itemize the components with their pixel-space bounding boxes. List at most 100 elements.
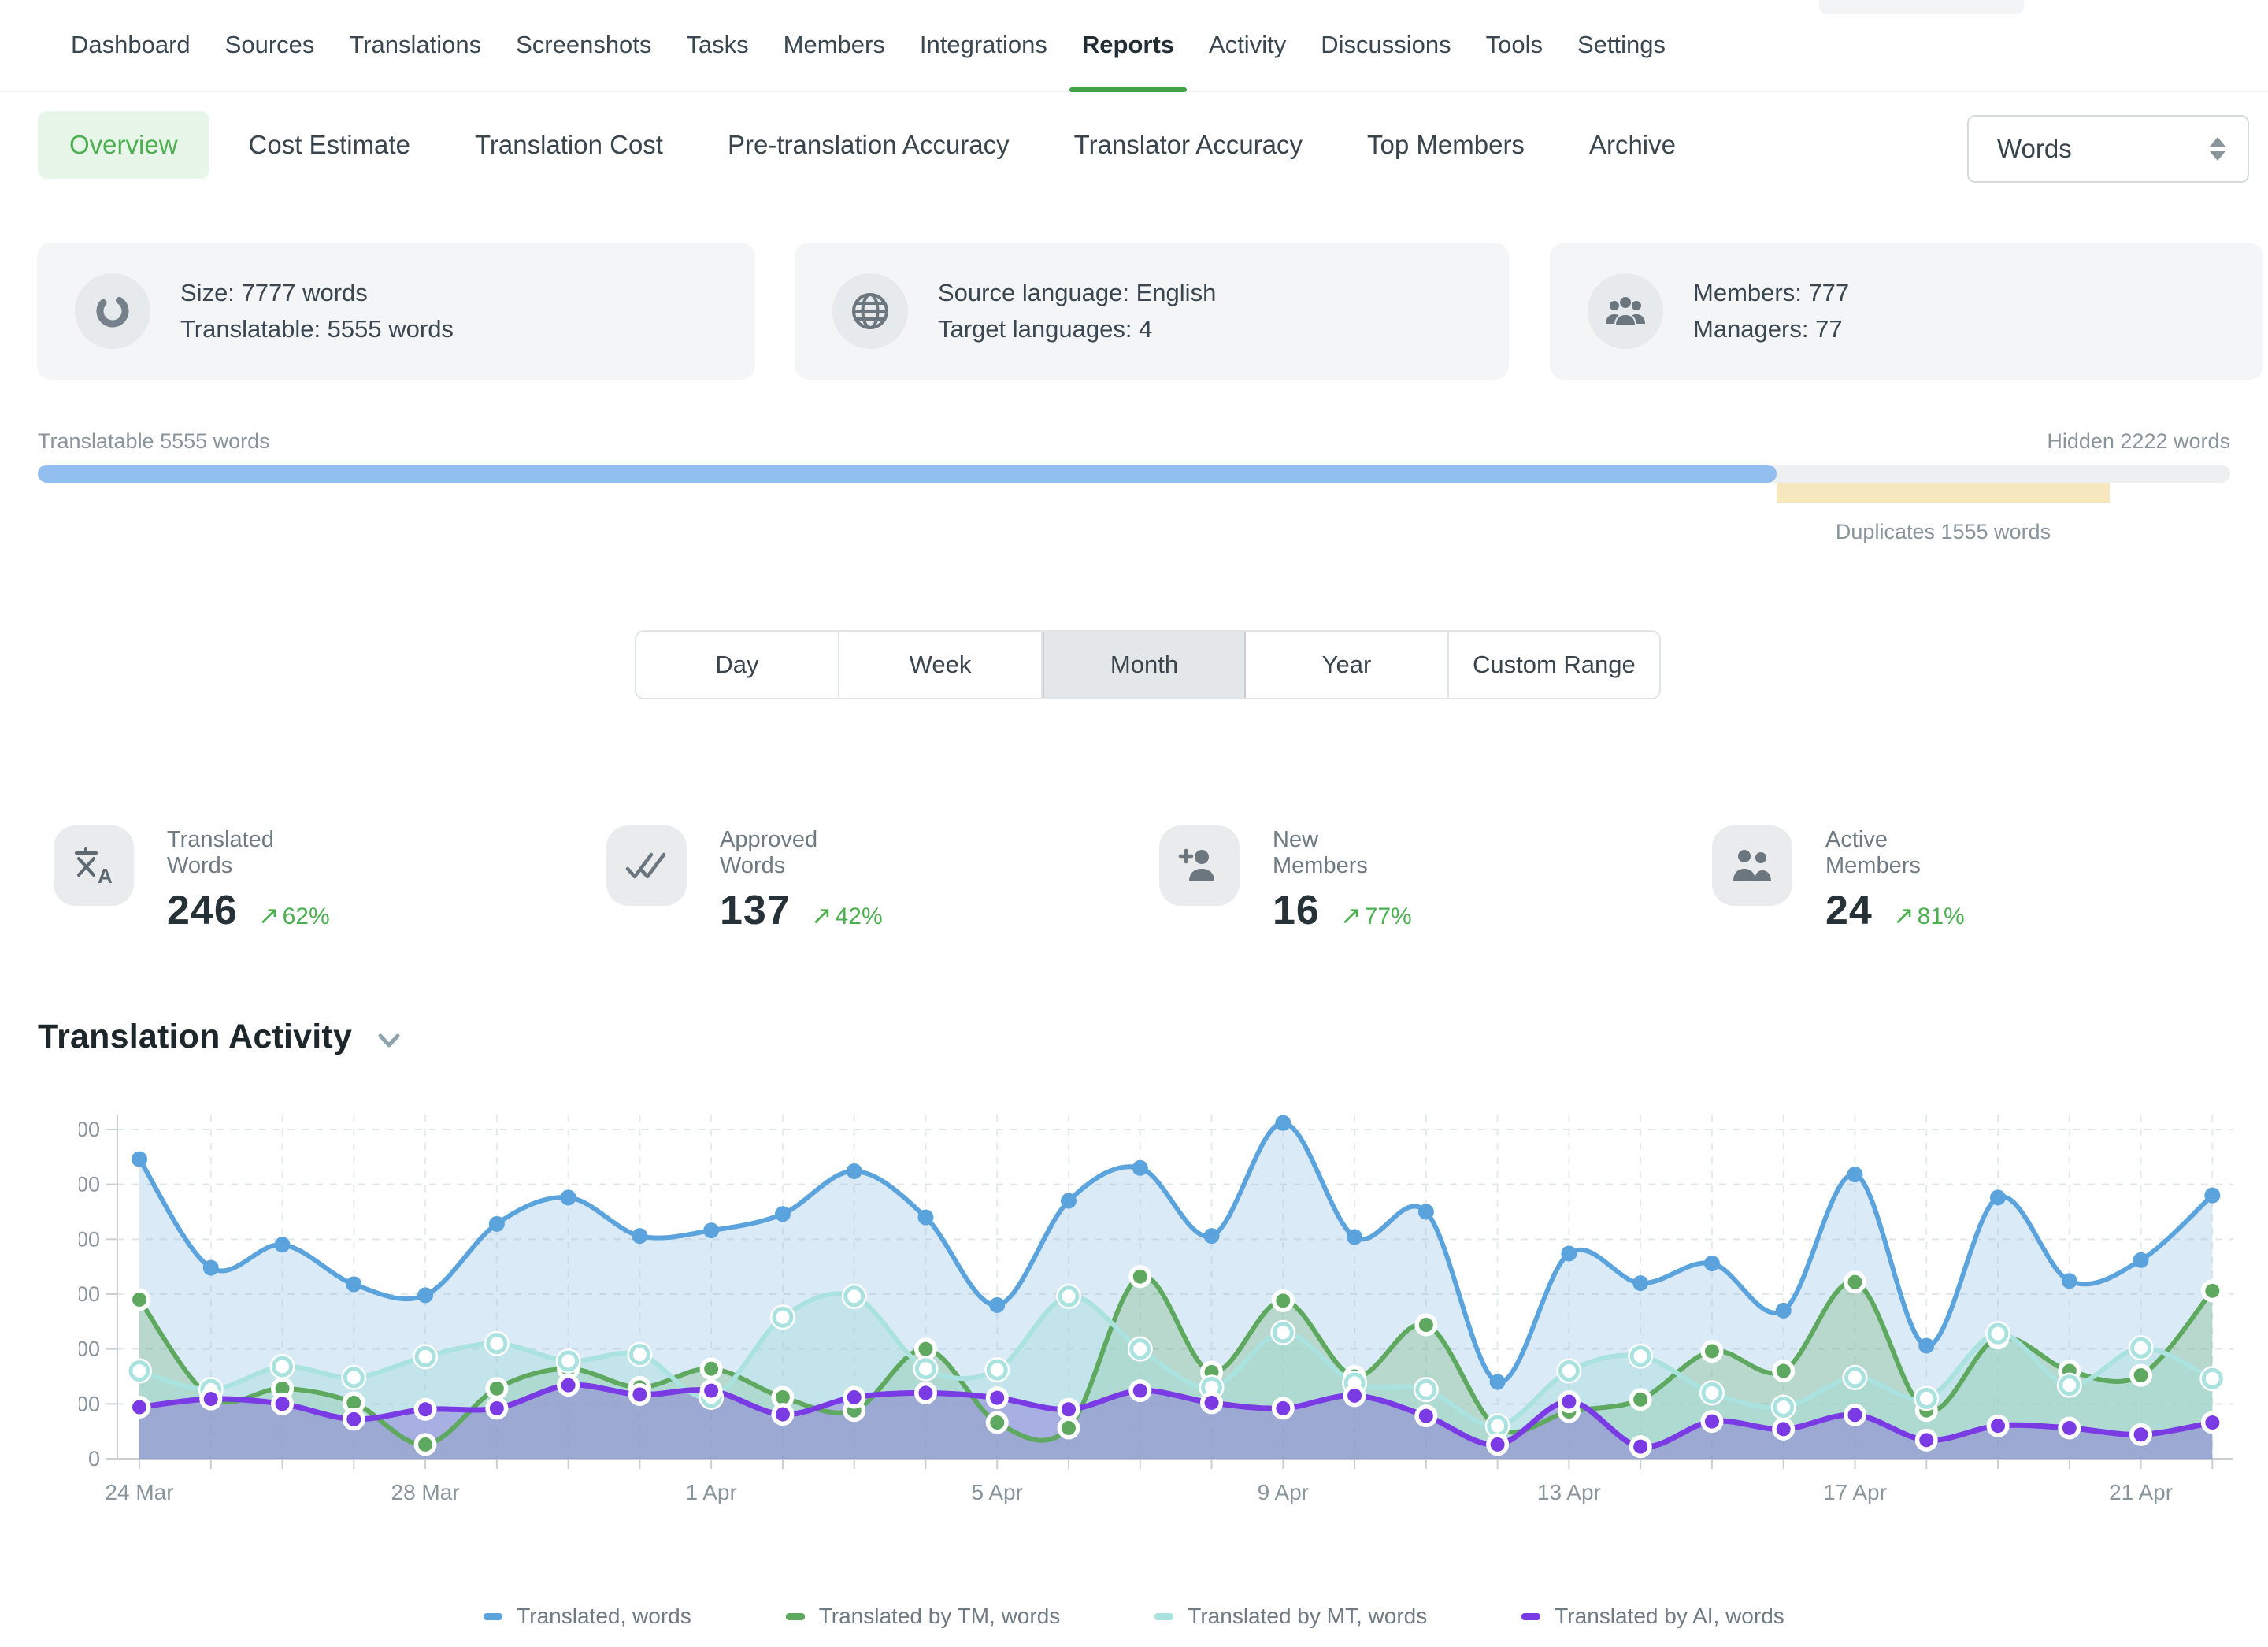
- person-plus-icon: [1159, 825, 1240, 906]
- legend-item-2[interactable]: Translated by MT, words: [1154, 1604, 1427, 1629]
- range-option-day[interactable]: Day: [636, 632, 839, 698]
- point: [1347, 1389, 1362, 1403]
- legend-item-3[interactable]: Translated by AI, words: [1521, 1604, 1784, 1629]
- point: [990, 1415, 1004, 1430]
- translatable-label: Translatable 5555 words: [38, 429, 270, 454]
- trend-up-icon: ↗: [811, 901, 832, 929]
- nav-item-translations[interactable]: Translations: [332, 31, 498, 91]
- nav-item-integrations[interactable]: Integrations: [902, 31, 1065, 91]
- chevron-down-icon[interactable]: [376, 1032, 402, 1051]
- range-option-month[interactable]: Month: [1043, 632, 1246, 698]
- subtab-cost-estimate[interactable]: Cost Estimate: [249, 130, 410, 160]
- kpi-card-translated-words: ATranslated Words246↗62%: [54, 825, 330, 934]
- point: [274, 1358, 291, 1375]
- subtab-archive[interactable]: Archive: [1589, 130, 1676, 160]
- nav-item-activity[interactable]: Activity: [1191, 31, 1303, 91]
- range-option-custom-range[interactable]: Custom Range: [1449, 632, 1659, 698]
- point: [346, 1276, 361, 1292]
- point: [561, 1378, 576, 1393]
- kpi-delta-value: 77%: [1365, 903, 1412, 929]
- nav-item-screenshots[interactable]: Screenshots: [498, 31, 669, 91]
- unit-select[interactable]: Words: [1967, 115, 2249, 183]
- point: [490, 1382, 504, 1396]
- nav-item-dashboard[interactable]: Dashboard: [54, 31, 208, 91]
- section-title: Translation Activity: [38, 1018, 352, 1056]
- point: [346, 1396, 361, 1410]
- info-card-0: Size: 7777 wordsTranslatable: 5555 words: [37, 243, 755, 380]
- nav-item-settings[interactable]: Settings: [1560, 31, 1683, 91]
- nav-item-sources[interactable]: Sources: [208, 31, 332, 91]
- point: [1705, 1415, 1719, 1429]
- kpi-value: 137: [720, 887, 791, 934]
- subtab-pre-translation-accuracy[interactable]: Pre-translation Accuracy: [728, 130, 1010, 160]
- range-option-year[interactable]: Year: [1246, 632, 1449, 698]
- point: [204, 1392, 218, 1406]
- point: [847, 1163, 862, 1179]
- point: [1133, 1270, 1147, 1284]
- info-card-0-line-1: Translatable: 5555 words: [180, 311, 454, 347]
- point: [132, 1400, 146, 1415]
- point: [846, 1288, 863, 1305]
- date-range-selector: DayWeekMonthYearCustom Range: [635, 630, 1661, 699]
- point: [1419, 1409, 1433, 1423]
- report-subtabs: Overview Cost Estimate Translation Cost Pre…: [38, 110, 1740, 180]
- legend-item-0[interactable]: Translated, words: [484, 1604, 691, 1629]
- point: [1847, 1167, 1862, 1182]
- translatable-progress-bar: [38, 465, 1777, 483]
- point: [1062, 1402, 1076, 1416]
- kpi-label: New Members: [1273, 827, 1412, 879]
- y-tick-label: 500: [79, 1392, 100, 1415]
- legend-item-1[interactable]: Translated by TM, words: [786, 1604, 1061, 1629]
- nav-item-tasks[interactable]: Tasks: [669, 31, 765, 91]
- point: [1846, 1369, 1863, 1386]
- point: [1205, 1396, 1219, 1410]
- kpi-delta: ↗81%: [1893, 900, 1965, 930]
- point: [2205, 1415, 2219, 1430]
- chart-legend: Translated, words Translated by TM, words…: [0, 1604, 2268, 1629]
- legend-swatch-icon: [786, 1613, 805, 1620]
- point: [1990, 1189, 2006, 1205]
- point: [703, 1222, 719, 1238]
- point: [2134, 1368, 2148, 1382]
- globe-icon: [832, 273, 908, 349]
- info-card-1: Source language: EnglishTarget languages…: [795, 243, 1509, 380]
- point: [1132, 1341, 1149, 1358]
- x-tick-label: 21 Apr: [2109, 1480, 2173, 1504]
- nav-item-tools[interactable]: Tools: [1469, 31, 1560, 91]
- point: [1703, 1384, 1721, 1401]
- point: [776, 1408, 790, 1422]
- point: [2062, 1273, 2077, 1289]
- select-arrows-icon: [2210, 137, 2225, 161]
- point: [1061, 1193, 1077, 1209]
- subtab-overview[interactable]: Overview: [38, 111, 209, 179]
- subtab-top-members[interactable]: Top Members: [1367, 130, 1525, 160]
- point: [1704, 1256, 1720, 1271]
- kpi-card-approved-words: Approved Words137↗42%: [606, 825, 883, 934]
- kpi-delta-value: 62%: [283, 903, 330, 929]
- point: [203, 1260, 219, 1276]
- point: [131, 1363, 148, 1380]
- y-tick-label: 1000: [79, 1337, 100, 1361]
- nav-item-members[interactable]: Members: [766, 31, 902, 91]
- nav-item-reports[interactable]: Reports: [1065, 31, 1191, 91]
- subtab-translation-cost[interactable]: Translation Cost: [475, 130, 663, 160]
- legend-label: Translated by AI, words: [1555, 1604, 1784, 1629]
- reports-overview-page: DashboardSourcesTranslationsScreenshotsT…: [0, 0, 2268, 1647]
- point: [1705, 1344, 1719, 1358]
- y-tick-label: 1500: [79, 1282, 100, 1306]
- info-card-0-line-0: Size: 7777 words: [180, 275, 454, 311]
- double-check-icon: [606, 825, 687, 906]
- legend-label: Translated by MT, words: [1188, 1604, 1427, 1629]
- range-option-week[interactable]: Week: [839, 632, 1043, 698]
- point: [1562, 1395, 1576, 1409]
- point: [704, 1362, 718, 1376]
- nav-item-discussions[interactable]: Discussions: [1303, 31, 1468, 91]
- point: [1347, 1230, 1362, 1245]
- point: [1489, 1417, 1506, 1434]
- y-tick-label: 3000: [79, 1118, 100, 1141]
- legend-label: Translated by TM, words: [819, 1604, 1061, 1629]
- point: [417, 1348, 434, 1365]
- point: [774, 1308, 791, 1326]
- subtab-translator-accuracy[interactable]: Translator Accuracy: [1074, 130, 1303, 160]
- point: [1776, 1303, 1792, 1319]
